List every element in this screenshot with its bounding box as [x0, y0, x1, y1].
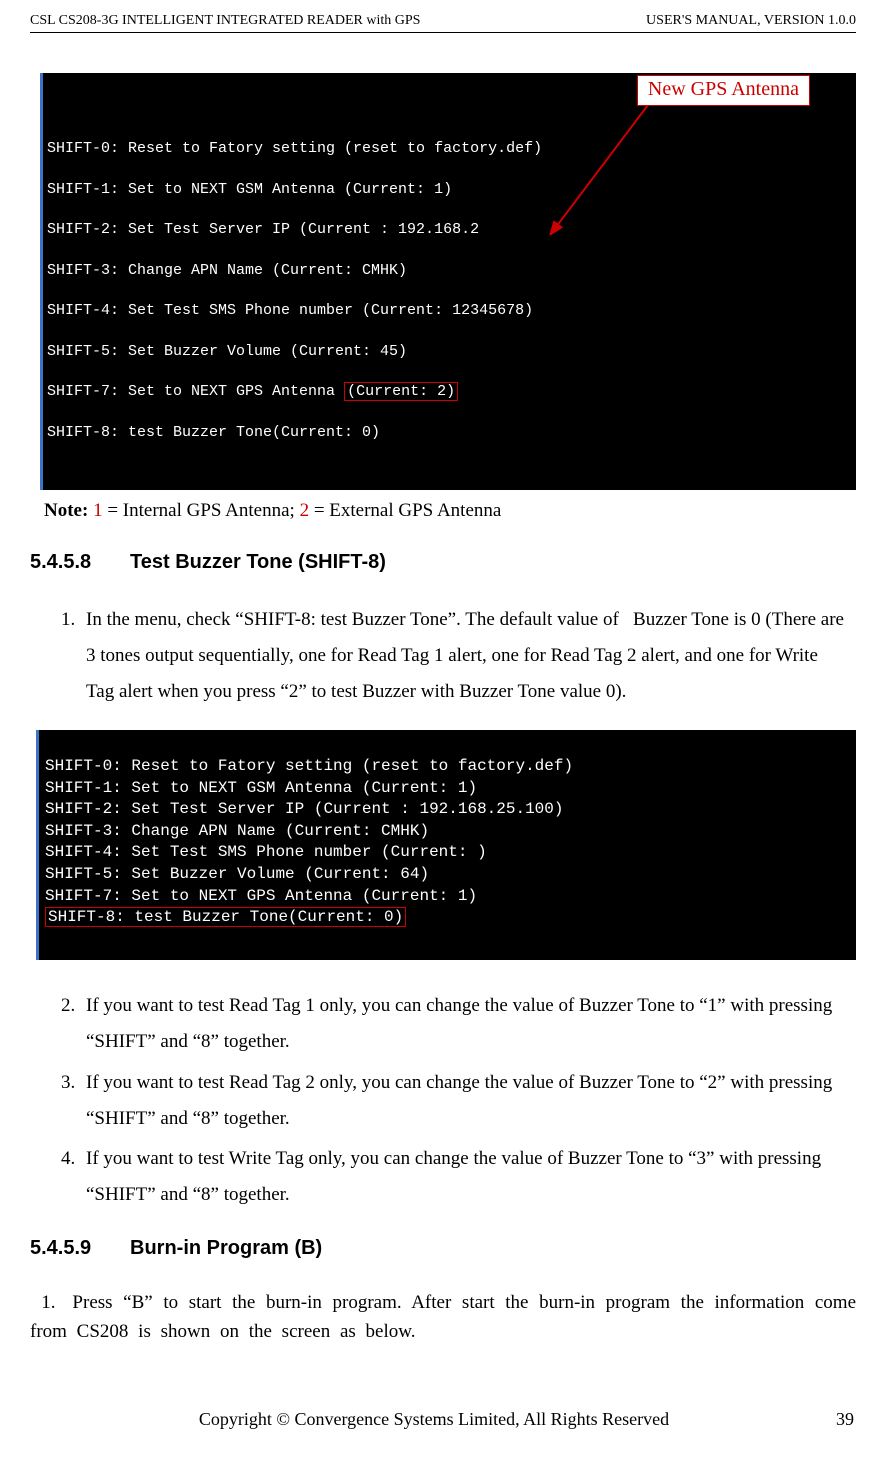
term1-line-7: SHIFT-7: Set to NEXT GPS Antenna (Curren… — [47, 382, 848, 402]
term2-line: SHIFT-0: Reset to Fatory setting (reset … — [45, 757, 573, 775]
gps-note: Note: 1 = Internal GPS Antenna; 2 = Exte… — [44, 496, 856, 525]
section-num: 5.4.5.9 — [30, 1233, 130, 1264]
burnin-text: Press “B” to start the burn-in program. … — [30, 1292, 856, 1342]
instruction-item: If you want to test Write Tag only, you … — [80, 1141, 846, 1213]
term1-line: SHIFT-1: Set to NEXT GSM Antenna (Curren… — [47, 180, 848, 200]
term1-line: SHIFT-0: Reset to Fatory setting (reset … — [47, 139, 848, 159]
copyright: Copyright © Convergence Systems Limited,… — [199, 1406, 669, 1434]
header-right: USER'S MANUAL, VERSION 1.0.0 — [646, 10, 856, 32]
term1-line: SHIFT-5: Set Buzzer Volume (Current: 45) — [47, 342, 848, 362]
callout-new-gps: New GPS Antenna — [637, 75, 810, 106]
section-title: Test Buzzer Tone (SHIFT-8) — [130, 551, 386, 573]
term2-line: SHIFT-3: Change APN Name (Current: CMHK) — [45, 822, 429, 840]
section-title: Burn-in Program (B) — [130, 1237, 322, 1259]
term2-line: SHIFT-2: Set Test Server IP (Current : 1… — [45, 800, 563, 818]
term1-line: SHIFT-3: Change APN Name (Current: CMHK) — [47, 261, 848, 281]
term1-line-8: SHIFT-8: test Buzzer Tone(Current: 0) — [47, 423, 848, 443]
note-label: Note: — [44, 500, 88, 521]
terminal-screenshot-2: SHIFT-0: Reset to Fatory setting (reset … — [36, 730, 856, 960]
term1-line7-box: (Current: 2) — [344, 382, 458, 401]
term1-line7-pre: SHIFT-7: Set to NEXT GPS Antenna — [47, 383, 344, 400]
section-heading-5459: 5.4.5.9Burn-in Program (B) — [30, 1233, 856, 1264]
header-left: CSL CS208-3G INTELLIGENT INTEGRATED READ… — [30, 10, 420, 32]
section-heading-5458: 5.4.5.8Test Buzzer Tone (SHIFT-8) — [30, 547, 856, 578]
section-num: 5.4.5.8 — [30, 547, 130, 578]
term2-line: SHIFT-5: Set Buzzer Volume (Current: 64) — [45, 865, 429, 883]
term2-line: SHIFT-7: Set to NEXT GPS Antenna (Curren… — [45, 887, 477, 905]
note-t1: = Internal GPS Antenna; — [103, 500, 300, 521]
note-val2: 2 — [300, 500, 310, 521]
page-number: 39 — [836, 1406, 854, 1434]
terminal-screenshot-1: New GPS Antenna SHIFT-0: Reset to Fatory… — [40, 73, 856, 490]
term2-line: SHIFT-1: Set to NEXT GSM Antenna (Curren… — [45, 779, 477, 797]
page-footer: Copyright © Convergence Systems Limited,… — [0, 1406, 886, 1434]
term2-line8-box: SHIFT-8: test Buzzer Tone(Current: 0) — [45, 907, 406, 927]
arrow-annotation — [546, 95, 656, 235]
term2-line-8: SHIFT-8: test Buzzer Tone(Current: 0) — [45, 907, 406, 927]
instruction-item: If you want to test Read Tag 1 only, you… — [80, 988, 846, 1060]
term2-line: SHIFT-4: Set Test SMS Phone number (Curr… — [45, 843, 487, 861]
item-no: 1. — [41, 1292, 55, 1313]
term1-line: SHIFT-2: Set Test Server IP (Current : 1… — [47, 220, 848, 240]
note-t2: = External GPS Antenna — [309, 500, 501, 521]
term1-line: SHIFT-4: Set Test SMS Phone number (Curr… — [47, 301, 848, 321]
burnin-para: 1. Press “B” to start the burn-in progra… — [30, 1288, 856, 1347]
instruction-item: If you want to test Read Tag 2 only, you… — [80, 1065, 846, 1137]
instruction-item: In the menu, check “SHIFT-8: test Buzzer… — [80, 602, 846, 710]
note-val1: 1 — [93, 500, 103, 521]
page-header: CSL CS208-3G INTELLIGENT INTEGRATED READ… — [30, 10, 856, 33]
